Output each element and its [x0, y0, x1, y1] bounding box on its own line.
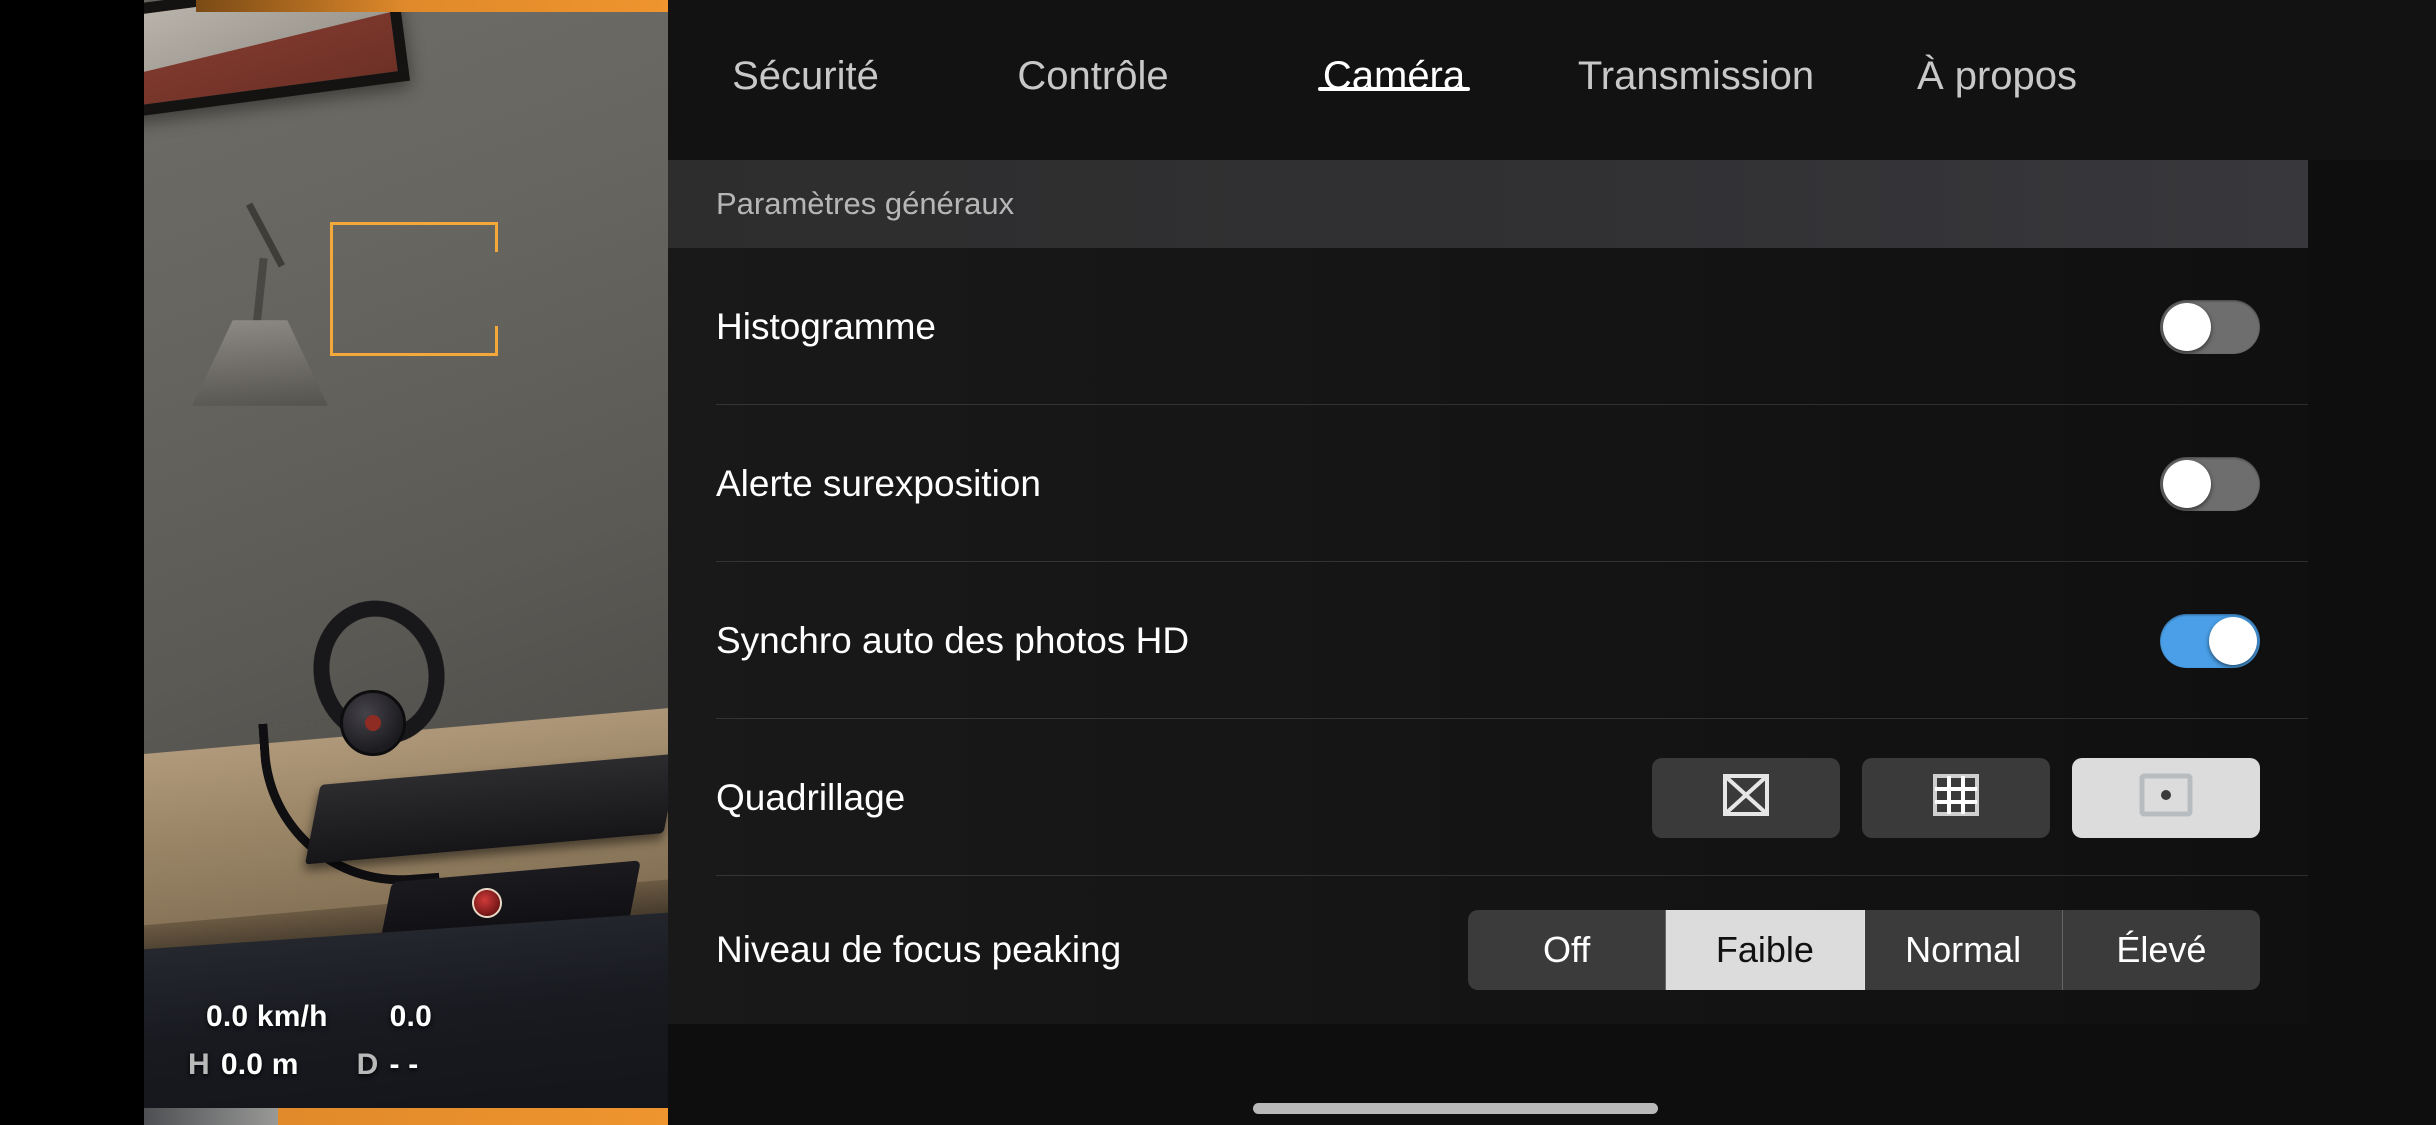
synchro-auto-photos-hd-toggle[interactable]	[2160, 613, 2260, 668]
quadrillage-option-diagonal[interactable]	[1652, 757, 1840, 838]
tab-label: À propos	[1916, 54, 2078, 98]
drone-camera-live-view[interactable]: 0.0 km/h 0.0 H 0.0 m D - -	[0, 0, 668, 1125]
tab-label: Sécurité	[732, 54, 879, 98]
telemetry-overlay: 0.0 km/h 0.0 H 0.0 m D - -	[0, 1000, 668, 1082]
telemetry-row-height: H 0.0 m D - -	[0, 1048, 668, 1082]
segment-label: Faible	[1715, 929, 1814, 970]
video-frame	[144, 0, 668, 1125]
focus-peaking-segmented-control: Off Faible Normal Élevé	[1468, 910, 2260, 990]
panel-scroll-indicator[interactable]	[1253, 1103, 1658, 1114]
toggle-knob	[2163, 459, 2211, 508]
setting-label: Quadrillage	[716, 776, 906, 818]
telemetry-distance-value: 0.0	[389, 1000, 432, 1033]
setting-row-quadrillage[interactable]: Quadrillage	[668, 719, 2308, 876]
quadrillage-option-grid3x3[interactable]	[1862, 757, 2050, 838]
accent-bar-bottom-grey	[144, 1108, 280, 1125]
settings-rows: Histogramme Alerte surexposition Synchro…	[668, 248, 2436, 1024]
telemetry-distance: D- -	[357, 1048, 419, 1082]
tab-label: Caméra	[1322, 54, 1466, 98]
focus-peaking-option-off[interactable]: Off	[1468, 910, 1667, 990]
tab-camera[interactable]: Caméra	[1243, 0, 1545, 99]
segment-label: Off	[1542, 929, 1591, 970]
histogramme-toggle[interactable]	[2160, 299, 2260, 354]
setting-label: Synchro auto des photos HD	[716, 619, 1190, 661]
af-corner-bottom-left	[330, 326, 360, 356]
setting-row-alerte-surexposition[interactable]: Alerte surexposition	[668, 405, 2308, 562]
tab-underline	[1318, 87, 1470, 91]
setting-label: Histogramme	[716, 305, 936, 347]
app-root: 0.0 km/h 0.0 H 0.0 m D - - Sécurité Contrô…	[0, 0, 2436, 1125]
af-focus-box[interactable]	[330, 222, 498, 356]
grid-3x3-icon	[1933, 774, 1979, 821]
telemetry-speed: 0.0 km/h	[206, 1000, 328, 1033]
settings-tabbar: Sécurité Contrôle Caméra Transmission À …	[668, 0, 2436, 160]
quadrillage-option-center-point[interactable]	[2072, 757, 2260, 838]
setting-label: Alerte surexposition	[716, 462, 1041, 504]
setting-label: Niveau de focus peaking	[716, 929, 1122, 971]
grid-diagonal-icon	[1723, 774, 1769, 821]
focus-peaking-option-eleve[interactable]: Élevé	[2062, 910, 2260, 990]
quadrillage-options	[1652, 757, 2260, 838]
af-corner-top-left	[330, 222, 360, 252]
alerte-surexposition-toggle[interactable]	[2160, 456, 2260, 511]
af-corner-top-right	[468, 222, 498, 252]
accent-bar-top	[196, 0, 668, 12]
section-title: Paramètres généraux	[716, 186, 1015, 221]
toggle-knob	[2209, 616, 2257, 665]
tab-label: Transmission	[1577, 54, 1815, 98]
tab-a-propos[interactable]: À propos	[1847, 0, 2147, 99]
telemetry-distance-dashes: - -	[389, 1048, 419, 1081]
telemetry-height-value: 0.0 m	[220, 1048, 299, 1081]
tab-controle[interactable]: Contrôle	[943, 0, 1243, 99]
camera-settings-panel: Sécurité Contrôle Caméra Transmission À …	[668, 0, 2436, 1125]
focus-peaking-option-normal[interactable]: Normal	[1864, 910, 2063, 990]
setting-row-synchro-auto-photos-hd[interactable]: Synchro auto des photos HD	[668, 562, 2308, 719]
focus-peaking-option-faible[interactable]: Faible	[1666, 910, 1865, 990]
setting-row-histogramme[interactable]: Histogramme	[668, 248, 2308, 405]
section-header-general-settings: Paramètres généraux	[668, 160, 2308, 248]
segment-label: Normal	[1905, 929, 2022, 970]
toggle-knob	[2163, 302, 2211, 351]
telemetry-height-prefix: H	[188, 1048, 210, 1081]
accent-bar-bottom	[278, 1108, 668, 1125]
center-point-icon	[2139, 773, 2193, 822]
setting-row-niveau-focus-peaking[interactable]: Niveau de focus peaking Off Faible Norma…	[668, 876, 2308, 1024]
telemetry-height: H 0.0 m	[188, 1048, 299, 1082]
telemetry-row-speed: 0.0 km/h 0.0	[0, 1000, 668, 1034]
tab-transmission[interactable]: Transmission	[1545, 0, 1847, 99]
tab-label: Contrôle	[1017, 54, 1169, 98]
tab-securite[interactable]: Sécurité	[668, 0, 943, 99]
af-corner-bottom-right	[468, 326, 498, 356]
segment-label: Élevé	[2116, 929, 2207, 970]
telemetry-distance-prefix: D	[356, 1048, 379, 1081]
